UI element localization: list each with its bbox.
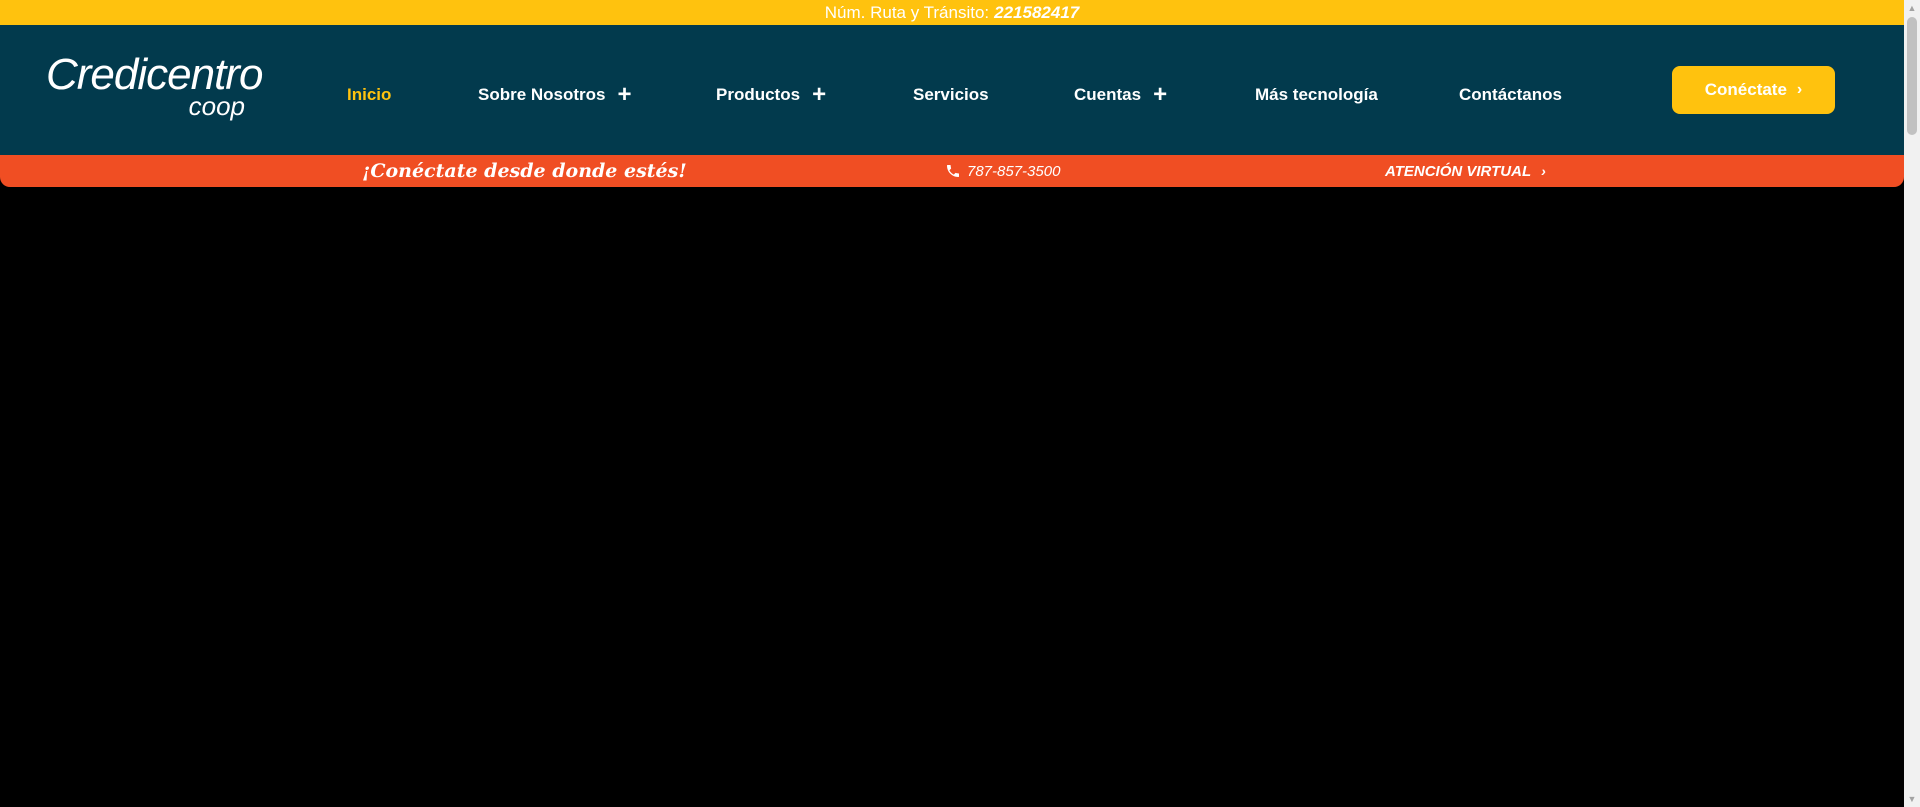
conectate-label: Conéctate	[1704, 80, 1787, 99]
atencion-virtual-link[interactable]: ATENCIÓN VIRTUAL ›	[1385, 155, 1546, 187]
routing-label: Núm. Ruta y Tránsito:	[824, 2, 990, 22]
phone-link[interactable]: 787-857-3500	[945, 155, 1060, 187]
nav-label-mas-tecnologia: Más tecnología	[1255, 85, 1378, 104]
nav-item-mas-tecnologia[interactable]: Más tecnología	[1255, 80, 1378, 110]
nav-label-cuentas: Cuentas	[1074, 85, 1142, 104]
nav-label-contactanos: Contáctanos	[1459, 85, 1562, 104]
nav-item-servicios[interactable]: Servicios	[913, 80, 989, 110]
nav-label-inicio: Inicio	[347, 85, 392, 104]
hero-media	[0, 187, 1904, 807]
nav-item-sobre-nosotros[interactable]: Sobre Nosotros +	[478, 80, 632, 110]
page: Núm. Ruta y Tránsito: 221582417 Credicen…	[0, 0, 1904, 807]
conectate-button[interactable]: Conéctate ›	[1672, 66, 1835, 114]
nav-item-cuentas[interactable]: Cuentas +	[1074, 80, 1167, 110]
slogan: ¡Conéctate desde donde estés!	[362, 160, 687, 182]
routing-number-bar: Núm. Ruta y Tránsito: 221582417	[0, 0, 1904, 25]
chevron-right-icon: ›	[1541, 163, 1546, 179]
nav-item-contactanos[interactable]: Contáctanos	[1459, 80, 1562, 110]
routing-number: 221582417	[994, 2, 1080, 22]
nav-label-productos: Productos	[716, 85, 801, 104]
plus-icon[interactable]: +	[1153, 83, 1167, 107]
credicentro-logo[interactable]: Credicentro coop	[46, 53, 263, 123]
nav-item-productos[interactable]: Productos +	[716, 80, 826, 110]
scroll-thumb[interactable]	[1907, 17, 1917, 135]
plus-icon[interactable]: +	[618, 83, 632, 107]
logo-subtext: coop	[188, 91, 245, 121]
scroll-up-icon[interactable]: ▲	[1904, 0, 1920, 16]
plus-icon[interactable]: +	[812, 83, 826, 107]
phone-icon	[947, 165, 959, 177]
page-scrollbar[interactable]: ▲ ▼	[1904, 0, 1920, 807]
nav-label-servicios: Servicios	[913, 85, 989, 104]
nav-label-sobre-nosotros: Sobre Nosotros	[478, 85, 606, 104]
contact-bar: ¡Conéctate desde donde estés! 787-857-35…	[0, 155, 1904, 187]
phone-number: 787-857-3500	[967, 162, 1061, 180]
chevron-right-icon: ›	[1796, 81, 1803, 98]
scroll-down-icon[interactable]: ▼	[1904, 791, 1920, 807]
atencion-virtual-label: ATENCIÓN VIRTUAL	[1385, 162, 1532, 180]
site-header: Credicentro coop Inicio Sobre Nosotros +…	[0, 25, 1904, 155]
nav-item-inicio[interactable]: Inicio	[347, 80, 391, 110]
